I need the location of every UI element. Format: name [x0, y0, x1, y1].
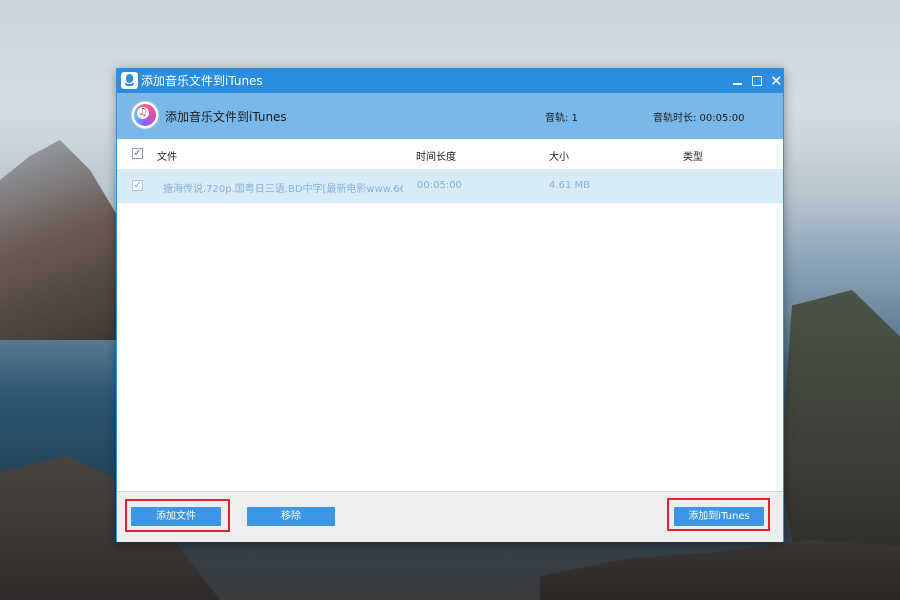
itunes-icon: ♫ — [131, 101, 159, 129]
column-size: 大小 — [549, 152, 569, 163]
dialog-header: ♫ 添加音乐文件到iTunes 音轨: 1 音轨时长: 00:05:00 — [117, 93, 783, 139]
title-bar[interactable]: 添加音乐文件到iTunes ✕ — [117, 69, 783, 93]
row-checkbox[interactable]: ✓ — [132, 180, 143, 191]
column-duration: 时间长度 — [416, 152, 456, 163]
column-type: 类型 — [683, 152, 703, 163]
close-icon: ✕ — [770, 72, 783, 90]
minimize-icon — [733, 83, 742, 85]
remove-button[interactable]: 移除 — [247, 507, 335, 526]
microphone-icon — [121, 72, 138, 89]
table-row[interactable]: ✓ 搪海传说.720p.国粤日三语.BD中字[最新电影www.66ys.tv 0… — [117, 169, 783, 203]
row-file-name: 搪海传说.720p.国粤日三语.BD中字[最新电影www.66ys.tv — [163, 184, 403, 195]
table-header: ✓ 文件 时间长度 大小 类型 — [117, 139, 783, 170]
maximize-icon — [752, 76, 762, 86]
maximize-button[interactable] — [748, 71, 766, 91]
track-duration: 音轨时长: 00:05:00 — [653, 113, 745, 124]
row-duration: 00:05:00 — [417, 180, 462, 191]
add-to-itunes-button[interactable]: 添加到iTunes — [674, 507, 764, 526]
add-file-button[interactable]: 添加文件 — [131, 507, 221, 526]
track-count: 音轨: 1 — [545, 113, 578, 124]
dialog-footer: 添加文件 移除 添加到iTunes — [117, 491, 783, 542]
row-size: 4.61 MB — [549, 180, 590, 191]
column-file: 文件 — [157, 152, 177, 163]
add-music-dialog: 添加音乐文件到iTunes ✕ ♫ 添加音乐文件到iTunes 音轨: 1 音轨… — [116, 68, 784, 542]
select-all-checkbox[interactable]: ✓ — [132, 148, 143, 159]
window-title: 添加音乐文件到iTunes — [141, 74, 263, 88]
minimize-button[interactable] — [729, 71, 747, 91]
header-title: 添加音乐文件到iTunes — [165, 110, 287, 124]
close-button[interactable]: ✕ — [767, 71, 785, 91]
background-town — [540, 540, 900, 600]
